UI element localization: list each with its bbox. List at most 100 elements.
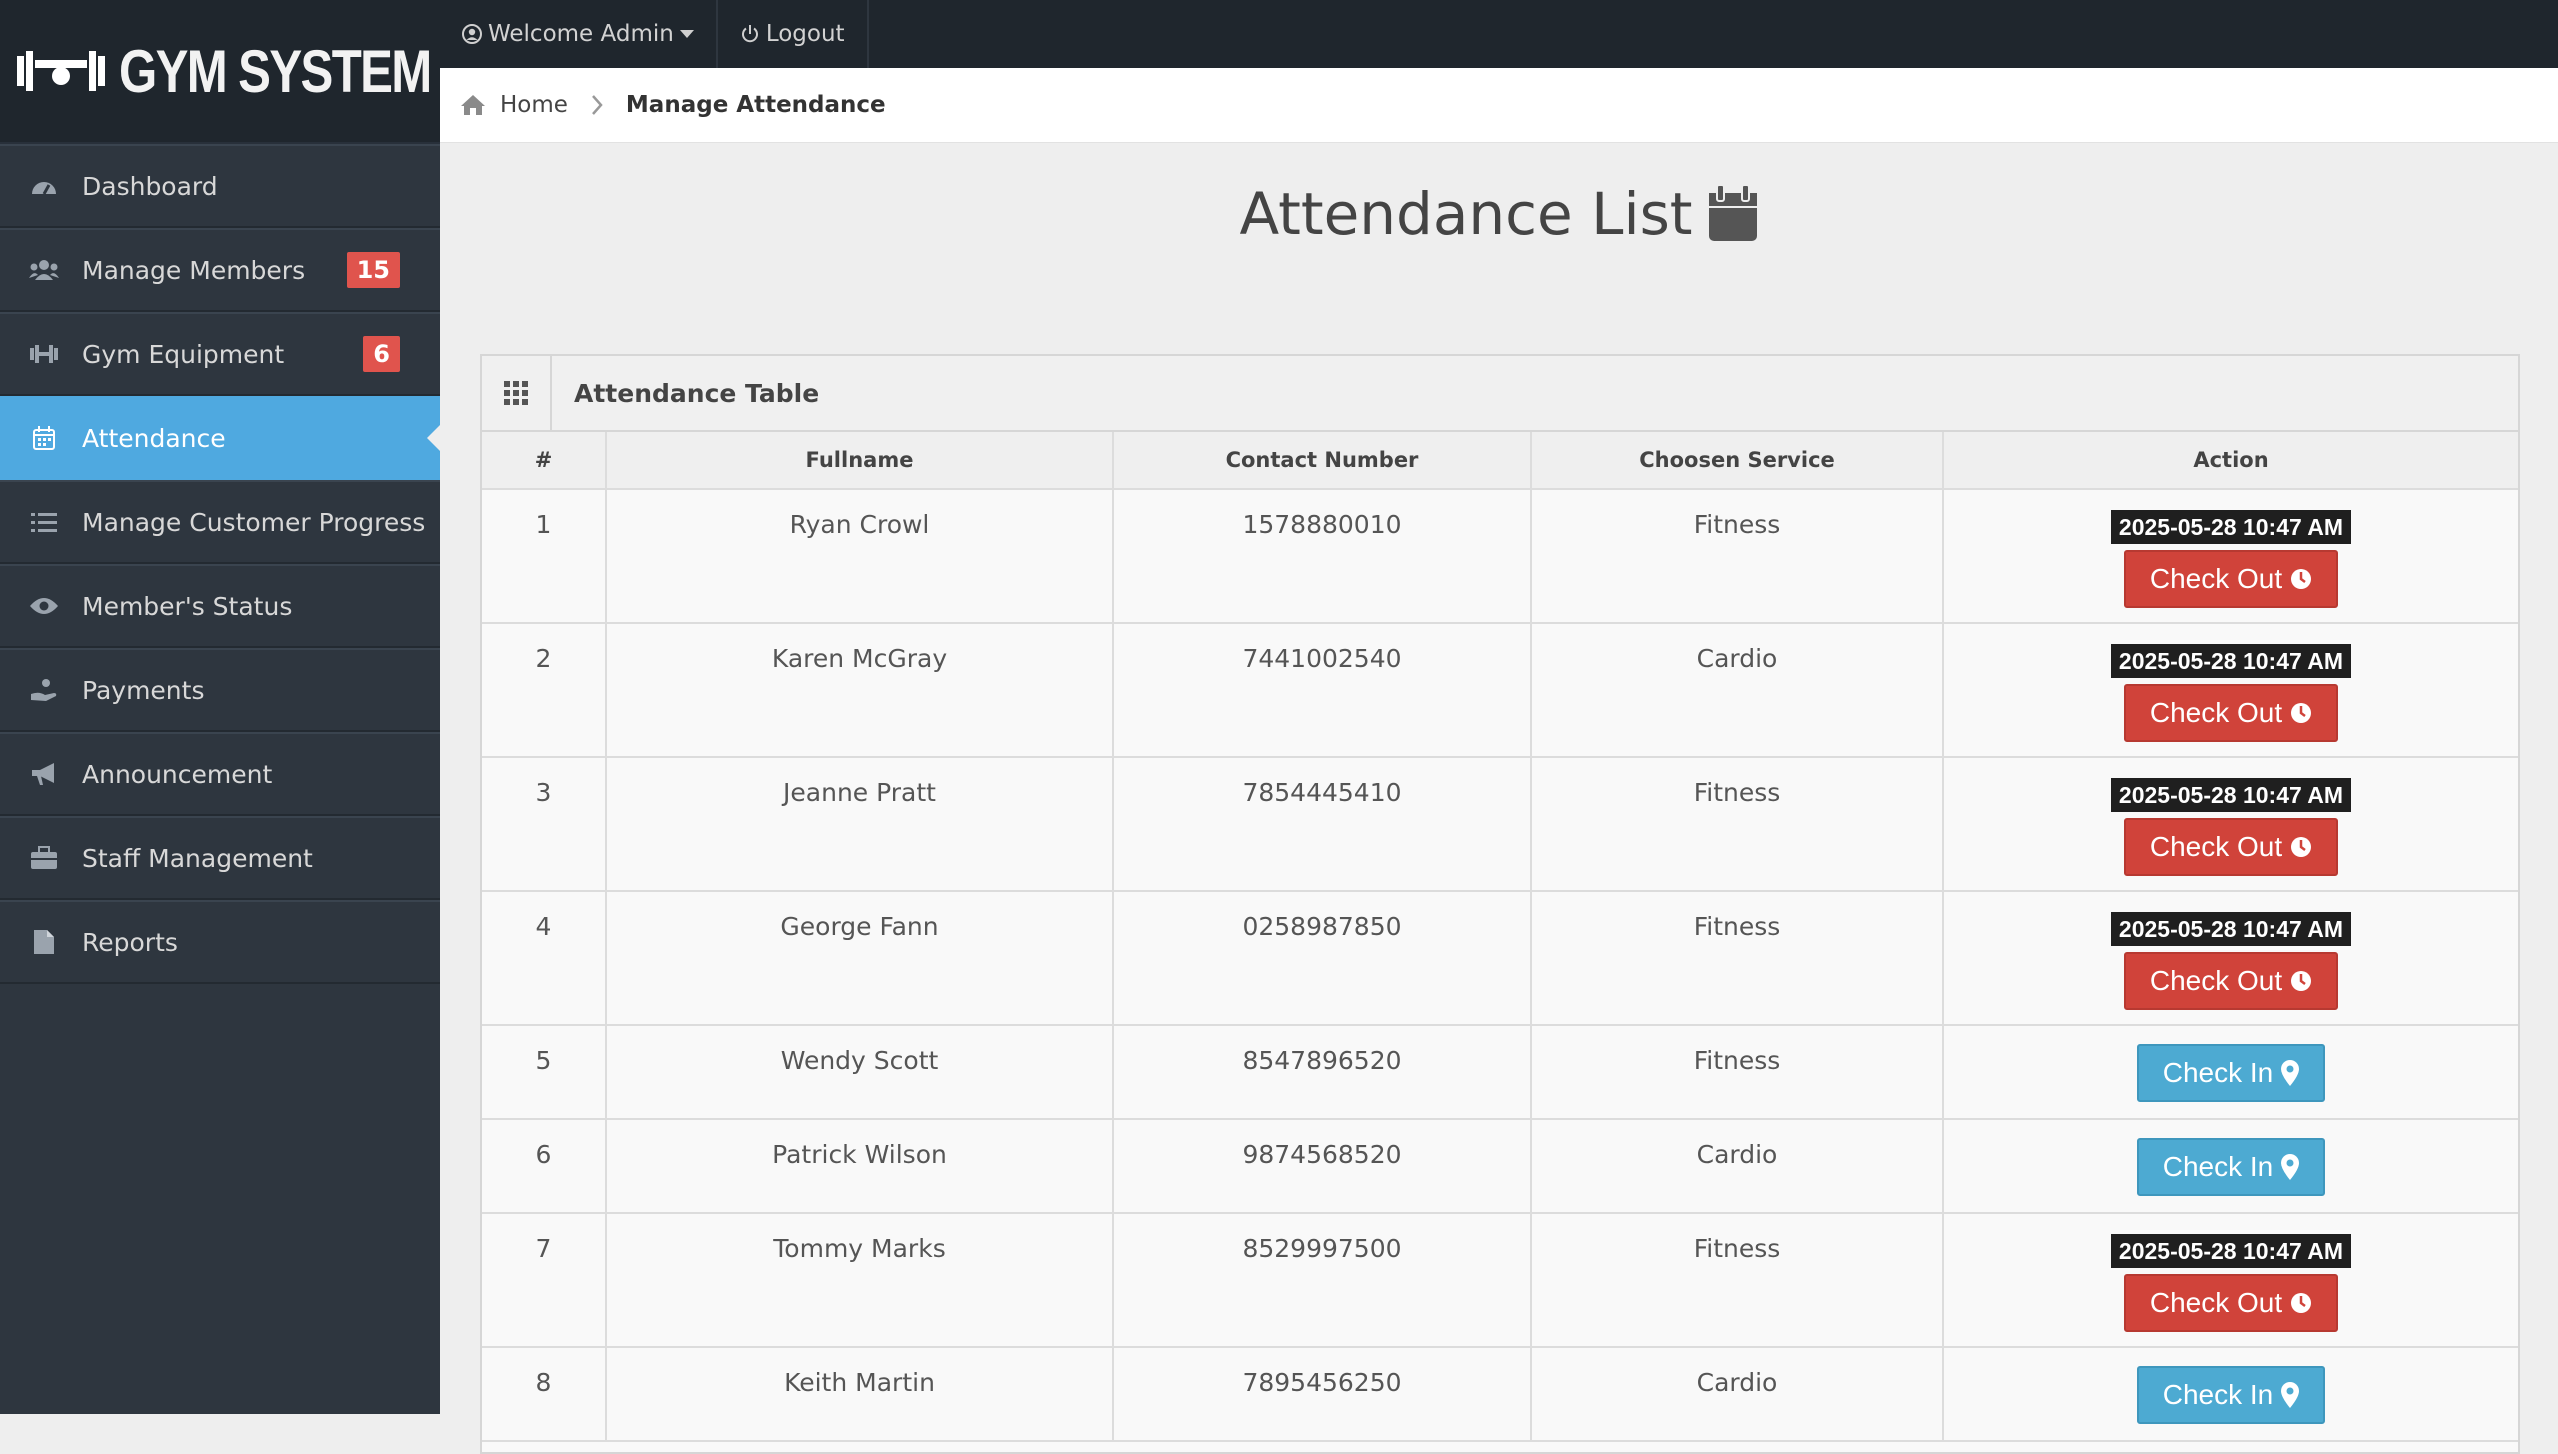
column-header: Action xyxy=(1943,432,2518,490)
member-fullname: Keith Martin xyxy=(606,1347,1114,1442)
chosen-service: Fitness xyxy=(1531,891,1944,1026)
sidebar-item-label: Gym Equipment xyxy=(82,339,285,369)
calendar-icon xyxy=(1708,185,1757,241)
row-number: 6 xyxy=(482,1119,607,1214)
member-fullname: Tommy Marks xyxy=(606,1213,1114,1348)
sidebar-item-label: Manage Customer Progress xyxy=(82,507,426,537)
clock-icon xyxy=(2291,703,2312,723)
action-cell: 2025-05-28 10:47 AM Check Out xyxy=(1943,1213,2518,1348)
user-circle-icon xyxy=(462,24,482,44)
member-fullname: George Fann xyxy=(606,891,1114,1026)
clock-icon xyxy=(2291,971,2312,991)
sidebar-item-attendance[interactable]: Attendance xyxy=(0,396,440,480)
chosen-service: Cardio xyxy=(1531,623,1944,758)
page-title: Attendance List xyxy=(440,180,2558,248)
contact-number: 9874568520 xyxy=(1113,1119,1532,1214)
sidebar-item-gym-equipment[interactable]: Gym Equipment 6 xyxy=(0,312,440,396)
row-number: 4 xyxy=(482,891,607,1026)
top-bar: Welcome Admin Logout xyxy=(440,0,2558,68)
row-number: 3 xyxy=(482,757,607,892)
sidebar-item-label: Member's Status xyxy=(82,591,293,621)
action-cell-content: Check In xyxy=(1945,1366,2517,1424)
chevron-right-icon xyxy=(591,95,603,115)
megaphone-icon xyxy=(28,758,60,790)
caret-down-icon xyxy=(679,30,694,38)
barbell-logo-icon xyxy=(16,51,105,91)
sidebar-item-manage-customer-progress[interactable]: Manage Customer Progress xyxy=(0,480,440,564)
button-label: Check Out xyxy=(2149,831,2283,862)
action-cell-content: 2025-05-28 10:47 AM Check Out xyxy=(1945,510,2517,608)
button-label: Check Out xyxy=(2149,563,2283,594)
sidebar-item-dashboard[interactable]: Dashboard xyxy=(0,144,440,228)
action-cell-content: Check In xyxy=(1945,1044,2517,1102)
attendance-table: # Fullname Contact Number Choosen Servic… xyxy=(482,432,2518,1442)
action-cell: 2025-05-28 10:47 AM Check Out xyxy=(1943,623,2518,758)
clock-icon xyxy=(2291,837,2312,857)
welcome-dropdown[interactable]: Welcome Admin xyxy=(440,0,718,68)
action-cell: Check In xyxy=(1943,1119,2518,1214)
table-row: 8 Keith Martin 7895456250 Cardio Check In xyxy=(482,1347,2518,1442)
table-row: 2 Karen McGray 7441002540 Cardio 2025-05-28 … xyxy=(482,623,2518,758)
check-in-button[interactable]: Check In xyxy=(2136,1044,2326,1102)
row-number: 5 xyxy=(482,1025,607,1120)
brand-logo[interactable]: GYM SYSTEM xyxy=(0,0,440,144)
checkin-timestamp: 2025-05-28 10:47 AM xyxy=(2110,1234,2352,1268)
action-cell: 2025-05-28 10:47 AM Check Out xyxy=(1943,891,2518,1026)
check-in-button[interactable]: Check In xyxy=(2136,1138,2326,1196)
welcome-label: Welcome Admin xyxy=(488,21,674,47)
column-header: Fullname xyxy=(606,432,1114,490)
dumbbell-icon xyxy=(28,338,60,370)
chosen-service: Fitness xyxy=(1531,1213,1944,1348)
file-icon xyxy=(28,926,60,958)
row-number: 7 xyxy=(482,1213,607,1348)
column-header: Choosen Service xyxy=(1531,432,1944,490)
sidebar-item-manage-members[interactable]: Manage Members 15 xyxy=(0,228,440,312)
map-marker-icon xyxy=(2281,1154,2300,1180)
sidebar-item-payments[interactable]: Payments xyxy=(0,648,440,732)
table-row: 3 Jeanne Pratt 7854445410 Fitness 2025-05-28… xyxy=(482,757,2518,892)
table-row: 1 Ryan Crowl 1578880010 Fitness 2025-05-28 1… xyxy=(482,489,2518,624)
panel-header: Attendance Table xyxy=(482,356,2518,432)
column-header: Contact Number xyxy=(1113,432,1532,490)
check-out-button[interactable]: Check Out xyxy=(2123,684,2339,742)
action-cell: Check In xyxy=(1943,1025,2518,1120)
table-header-row: # Fullname Contact Number Choosen Servic… xyxy=(482,432,2518,490)
checkin-timestamp: 2025-05-28 10:47 AM xyxy=(2110,510,2352,544)
chosen-service: Cardio xyxy=(1531,1347,1944,1442)
breadcrumb-current: Manage Attendance xyxy=(625,92,886,118)
table-row: 5 Wendy Scott 8547896520 Fitness Check In xyxy=(482,1025,2518,1120)
briefcase-icon xyxy=(28,842,60,874)
contact-number: 0258987850 xyxy=(1113,891,1532,1026)
sidebar-item-label: Staff Management xyxy=(82,843,313,873)
sidebar-nav: Dashboard Manage Members 15 Gym Equipment 6 A… xyxy=(0,144,440,984)
check-in-button[interactable]: Check In xyxy=(2136,1366,2326,1424)
check-out-button[interactable]: Check Out xyxy=(2123,818,2339,876)
action-cell-content: 2025-05-28 10:47 AM Check Out xyxy=(1945,912,2517,1010)
member-fullname: Wendy Scott xyxy=(606,1025,1114,1120)
users-icon xyxy=(28,254,60,286)
breadcrumb-home-link[interactable]: Home xyxy=(500,92,568,118)
logout-button[interactable]: Logout xyxy=(718,0,869,68)
action-cell-content: 2025-05-28 10:47 AM Check Out xyxy=(1945,1234,2517,1332)
action-cell-content: Check In xyxy=(1945,1138,2517,1196)
panel-title: Attendance Table xyxy=(574,378,820,408)
tasks-icon xyxy=(28,506,60,538)
member-fullname: Karen McGray xyxy=(606,623,1114,758)
sidebar-item-staff-management[interactable]: Staff Management xyxy=(0,816,440,900)
sidebar-item-label: Payments xyxy=(82,675,205,705)
sidebar-item-member-s-status[interactable]: Member's Status xyxy=(0,564,440,648)
table-row: 7 Tommy Marks 8529997500 Fitness 2025-05-28 … xyxy=(482,1213,2518,1348)
sidebar-item-label: Dashboard xyxy=(82,171,218,201)
sidebar-item-label: Announcement xyxy=(82,759,273,789)
count-badge: 15 xyxy=(346,252,400,288)
checkin-timestamp: 2025-05-28 10:47 AM xyxy=(2110,644,2352,678)
sidebar-item-reports[interactable]: Reports xyxy=(0,900,440,984)
sidebar-item-label: Manage Members xyxy=(82,255,306,285)
check-out-button[interactable]: Check Out xyxy=(2123,1274,2339,1332)
check-out-button[interactable]: Check Out xyxy=(2123,952,2339,1010)
sidebar-item-announcement[interactable]: Announcement xyxy=(0,732,440,816)
action-cell: 2025-05-28 10:47 AM Check Out xyxy=(1943,757,2518,892)
check-out-button[interactable]: Check Out xyxy=(2123,550,2339,608)
member-fullname: Jeanne Pratt xyxy=(606,757,1114,892)
contact-number: 7895456250 xyxy=(1113,1347,1532,1442)
